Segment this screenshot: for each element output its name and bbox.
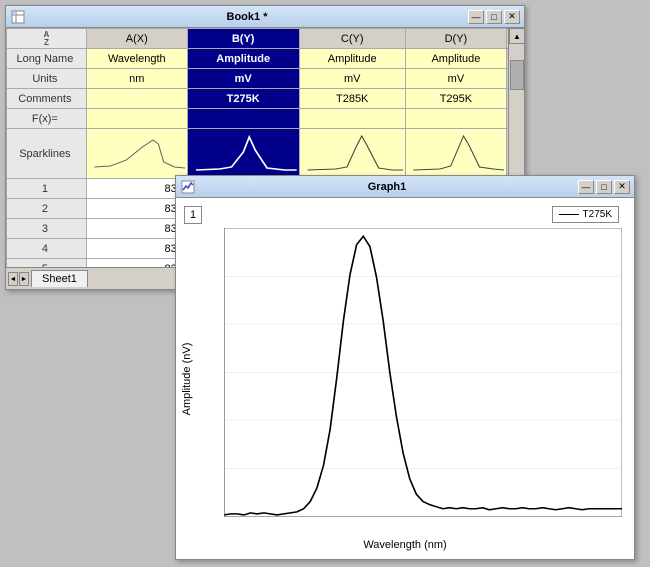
sparkline-d — [405, 129, 506, 179]
graph-maximize-btn[interactable]: □ — [596, 180, 612, 194]
sparkline-c — [299, 129, 405, 179]
book-title-icon — [10, 9, 26, 25]
cell-4-a[interactable]: 838 — [86, 239, 187, 259]
row-num-1: 1 — [7, 179, 87, 199]
graph-title: Graph1 — [196, 181, 578, 193]
graph-minimize-btn[interactable]: — — [578, 180, 594, 194]
fx-label: F(x)= — [7, 109, 87, 129]
cell-5-a[interactable]: 839 — [86, 259, 187, 268]
fx-row: F(x)= — [7, 109, 524, 129]
units-row: Units nm mV mV mV — [7, 69, 524, 89]
book-title-bar: Book1 * — □ ✕ — [6, 6, 524, 28]
comments-c[interactable]: T285K — [299, 89, 405, 109]
row-num-4: 4 — [7, 239, 87, 259]
row-num-3: 3 — [7, 219, 87, 239]
book-close-btn[interactable]: ✕ — [504, 10, 520, 24]
y-axis-label: Amplitude (nV) — [181, 342, 193, 415]
long-name-b[interactable]: Amplitude — [187, 49, 299, 69]
nav-next-arrow[interactable]: ► — [19, 272, 29, 286]
long-name-row: Long Name Wavelength Amplitude Amplitude… — [7, 49, 524, 69]
sparkline-a — [86, 129, 187, 179]
col-header-d[interactable]: D(Y) — [405, 29, 506, 49]
cell-2-a[interactable]: 836 — [86, 199, 187, 219]
nav-prev-arrow[interactable]: ◄ — [8, 272, 18, 286]
x-axis-label: Wavelength (nm) — [363, 539, 446, 551]
units-a[interactable]: nm — [86, 69, 187, 89]
graph-window: Graph1 — □ ✕ 1 T275K Amplitude (nV) — [175, 175, 635, 560]
graph-title-icon — [180, 179, 196, 195]
fx-a[interactable] — [86, 109, 187, 129]
fx-d[interactable] — [405, 109, 506, 129]
comments-b[interactable]: T275K — [187, 89, 299, 109]
units-d[interactable]: mV — [405, 69, 506, 89]
long-name-label: Long Name — [7, 49, 87, 69]
column-header-row: AZ A(X) B(Y) C(Y) D(Y) — [7, 29, 524, 49]
sparklines-label: Sparklines — [7, 129, 87, 179]
cell-3-a[interactable]: 837 — [86, 219, 187, 239]
row-num-2: 2 — [7, 199, 87, 219]
book-window-controls: — □ ✕ — [468, 10, 520, 24]
sheet-tab-1[interactable]: Sheet1 — [31, 270, 88, 287]
sparkline-b — [187, 129, 299, 179]
row-num-5: 5 — [7, 259, 87, 268]
cell-1-a[interactable]: 835 — [86, 179, 187, 199]
corner-cell: AZ — [7, 29, 87, 49]
col-header-c[interactable]: C(Y) — [299, 29, 405, 49]
col-header-a[interactable]: A(X) — [86, 29, 187, 49]
units-c[interactable]: mV — [299, 69, 405, 89]
sparklines-row: Sparklines — [7, 129, 524, 179]
sparkline-a-svg — [89, 132, 185, 172]
comments-label: Comments — [7, 89, 87, 109]
scroll-thumb[interactable] — [510, 60, 524, 90]
sparkline-d-svg — [408, 132, 504, 172]
units-label: Units — [7, 69, 87, 89]
scroll-up-arrow[interactable]: ▲ — [509, 28, 525, 44]
graph-legend: T275K — [552, 206, 619, 223]
long-name-c[interactable]: Amplitude — [299, 49, 405, 69]
book-maximize-btn[interactable]: □ — [486, 10, 502, 24]
book-minimize-btn[interactable]: — — [468, 10, 484, 24]
legend-label: T275K — [583, 209, 612, 220]
comments-d[interactable]: T295K — [405, 89, 506, 109]
comments-row: Comments T275K T285K T295K — [7, 89, 524, 109]
book-title: Book1 * — [26, 11, 468, 23]
sparkline-c-svg — [302, 132, 403, 172]
sheet-nav-arrows: ◄ ► — [8, 272, 29, 286]
graph-window-controls: — □ ✕ — [578, 180, 630, 194]
col-header-b[interactable]: B(Y) — [187, 29, 299, 49]
graph-content: 1 T275K Amplitude (nV) 0 200 400 — [176, 198, 634, 559]
long-name-d[interactable]: Amplitude — [405, 49, 506, 69]
chart-svg: 0 200 400 600 800 1000 800 900 1000 1100… — [224, 228, 622, 517]
legend-line-icon — [559, 214, 579, 215]
comments-a[interactable] — [86, 89, 187, 109]
graph-badge: 1 — [184, 206, 202, 224]
fx-c[interactable] — [299, 109, 405, 129]
fx-b[interactable] — [187, 109, 299, 129]
graph-title-bar: Graph1 — □ ✕ — [176, 176, 634, 198]
sparkline-b-svg — [190, 132, 297, 172]
long-name-a[interactable]: Wavelength — [86, 49, 187, 69]
units-b[interactable]: mV — [187, 69, 299, 89]
graph-close-btn[interactable]: ✕ — [614, 180, 630, 194]
